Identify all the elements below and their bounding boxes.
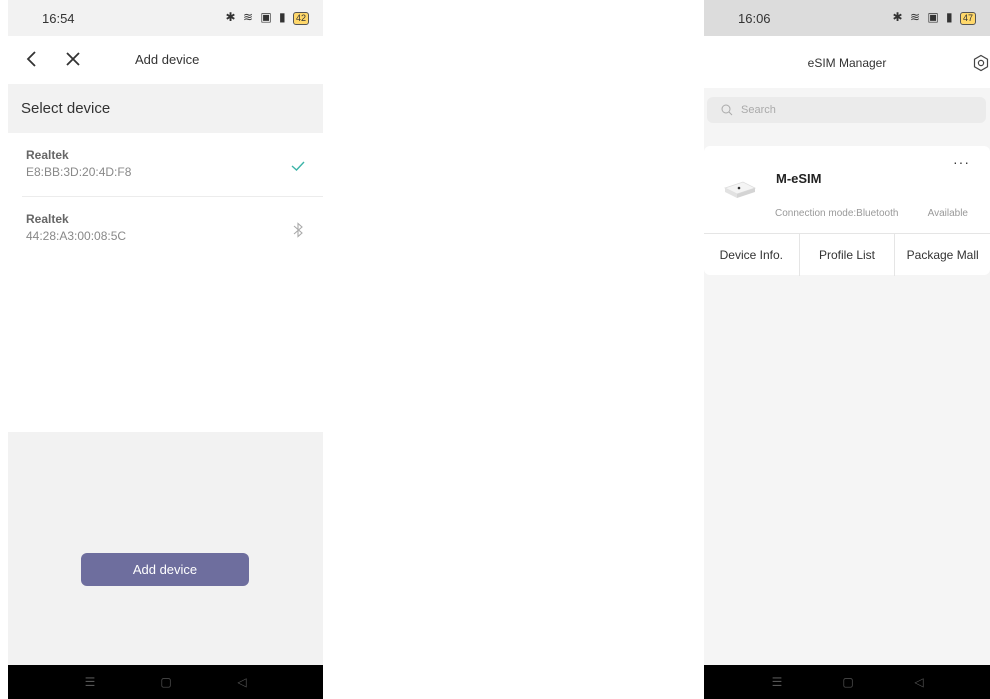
status-bar: 16:06 ✱ ≋ ▣ ▮ 47 <box>704 0 990 36</box>
device-card[interactable]: M-eSIM ··· Connection mode:Bluetooth Ava… <box>704 146 990 276</box>
back-nav-icon[interactable]: ◁ <box>911 675 927 689</box>
wifi-icon: ≋ <box>909 10 922 24</box>
device-row[interactable]: Realtek E8:BB:3D:20:4D:F8 <box>8 133 323 197</box>
search-icon <box>721 104 733 116</box>
status-bar: 16:54 ✱ ≋ ▣ ▮ 42 <box>8 0 323 36</box>
sim-icon: ▣ <box>927 10 941 24</box>
package-mall-button[interactable]: Package Mall <box>895 234 990 276</box>
status-time: 16:54 <box>42 11 75 26</box>
sim-icon: ▣ <box>260 10 274 24</box>
menu-nav-icon[interactable]: ☰ <box>82 675 98 689</box>
device-name: Realtek <box>26 212 69 226</box>
signal-icon: ▮ <box>946 10 955 24</box>
search-placeholder: Search <box>741 104 776 116</box>
check-icon <box>291 161 305 171</box>
navigation-bar: ☰ ▢ ◁ <box>704 665 990 699</box>
home-nav-icon[interactable]: ▢ <box>840 675 856 689</box>
top-bar: Add device <box>8 36 323 84</box>
bluetooth-status-icon: ✱ <box>225 10 238 24</box>
navigation-bar: ☰ ▢ ◁ <box>8 665 323 699</box>
search-input[interactable]: Search <box>707 97 986 123</box>
back-nav-icon[interactable]: ◁ <box>234 675 250 689</box>
home-nav-icon[interactable]: ▢ <box>158 675 174 689</box>
top-bar: eSIM Manager <box>704 36 990 88</box>
more-options-icon[interactable]: ··· <box>953 154 970 170</box>
profile-list-button[interactable]: Profile List <box>800 234 896 276</box>
connection-mode: Connection mode:Bluetooth <box>775 208 899 219</box>
status-time: 16:06 <box>738 11 771 26</box>
esim-manager-screen: 16:06 ✱ ≋ ▣ ▮ 47 eSIM Manager Search M-e… <box>704 0 990 699</box>
device-name: M-eSIM <box>776 171 822 186</box>
menu-nav-icon[interactable]: ☰ <box>769 675 785 689</box>
settings-icon[interactable] <box>972 54 990 72</box>
battery-indicator: 47 <box>959 12 976 25</box>
bottom-panel: Add device <box>8 432 323 665</box>
section-header: Select device <box>8 84 323 133</box>
availability-status: Available <box>927 208 968 219</box>
close-icon[interactable] <box>62 48 84 70</box>
back-icon[interactable] <box>22 48 42 70</box>
add-device-screen: 16:54 ✱ ≋ ▣ ▮ 42 Add device Select devic… <box>8 0 323 699</box>
card-actions: Device Info. Profile List Package Mall <box>704 233 990 276</box>
device-name: Realtek <box>26 148 69 162</box>
device-mac: E8:BB:3D:20:4D:F8 <box>26 165 132 179</box>
page-title: eSIM Manager <box>807 56 887 70</box>
esim-device-image <box>723 181 757 198</box>
add-device-button[interactable]: Add device <box>81 553 249 586</box>
page-title: Add device <box>135 52 200 67</box>
section-title: Select device <box>21 100 111 117</box>
bluetooth-icon <box>293 222 303 238</box>
battery-indicator: 42 <box>292 12 309 25</box>
device-mac: 44:28:A3:00:08:5C <box>26 229 127 243</box>
status-icons: ✱ ≋ ▣ ▮ 47 <box>893 10 976 25</box>
status-icons: ✱ ≋ ▣ ▮ 42 <box>226 10 309 25</box>
device-info-button[interactable]: Device Info. <box>704 234 800 276</box>
bluetooth-status-icon: ✱ <box>892 10 905 24</box>
device-row[interactable]: Realtek 44:28:A3:00:08:5C <box>8 197 323 261</box>
signal-icon: ▮ <box>279 10 288 24</box>
wifi-icon: ≋ <box>242 10 255 24</box>
